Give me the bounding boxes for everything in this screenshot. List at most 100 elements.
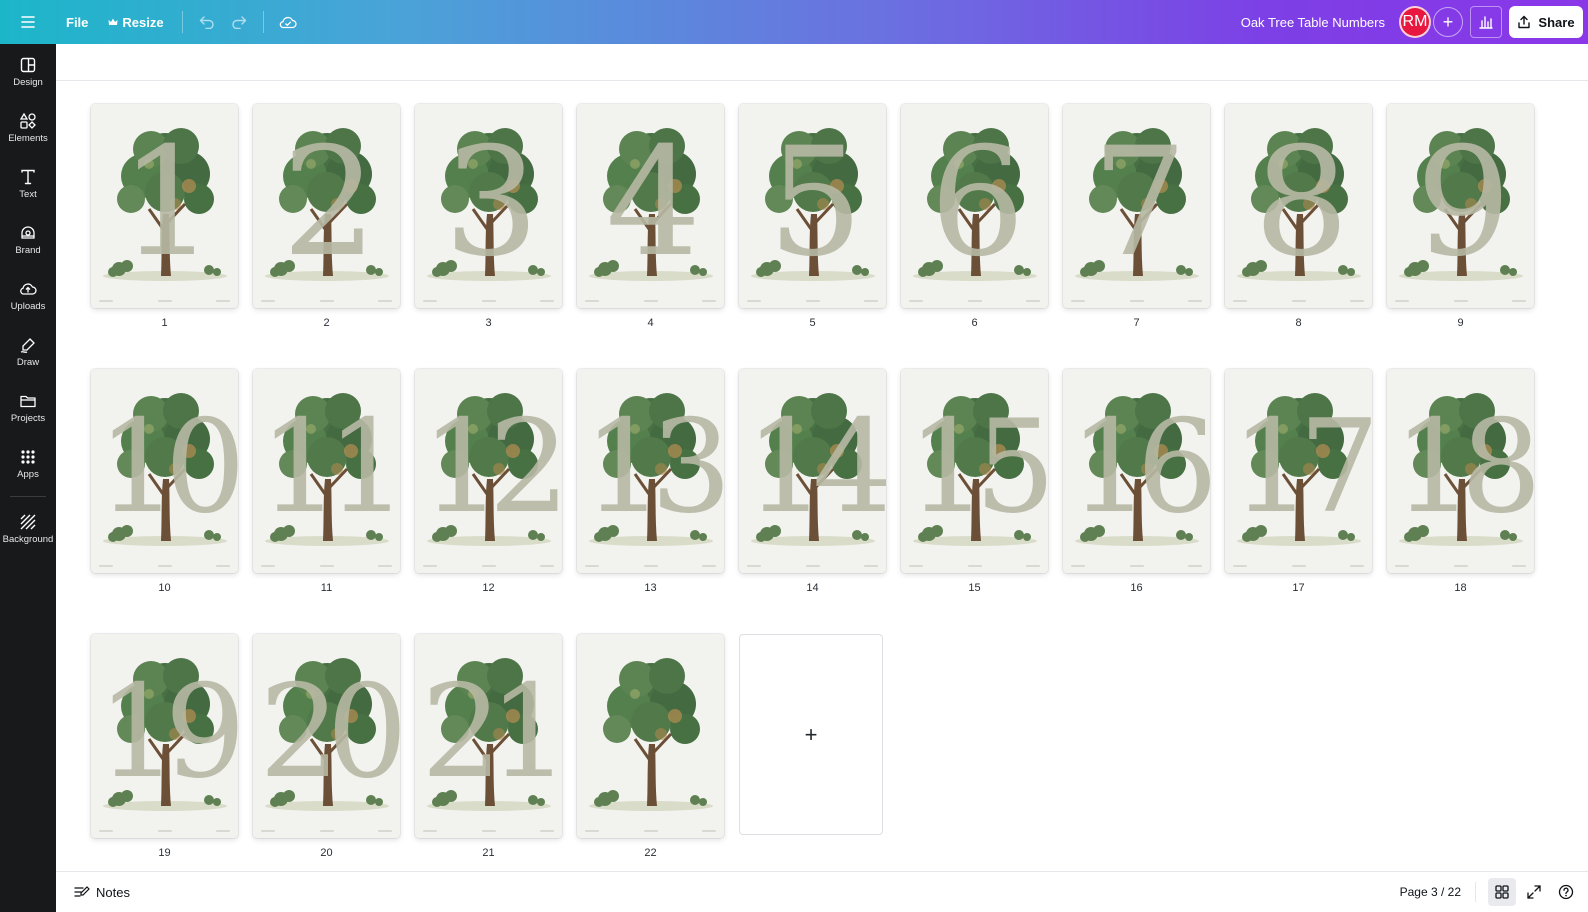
page-footer [261,565,392,567]
page-thumbnail[interactable]: 11 [253,369,400,573]
page-numeral: 6 [929,116,1025,290]
page-numeral: 4 [605,116,701,290]
page-tile[interactable]: 22 [577,634,724,859]
plus-icon: + [1442,11,1454,32]
page-thumbnail[interactable]: 18 [1387,369,1534,573]
file-menu-button[interactable]: File [56,9,98,36]
brand-icon [21,226,35,239]
page-numeral: 20 [259,658,400,807]
page-number-label: 1 [161,317,168,329]
page-thumbnail[interactable]: 16 [1063,369,1210,573]
notes-button[interactable]: Notes [68,881,136,904]
page-tile[interactable]: 16 16 [1063,369,1210,594]
canvas-toolbar-strip [56,44,1588,81]
page-tile[interactable]: 33 [415,104,562,329]
sidebar-item-apps[interactable]: Apps [0,436,56,492]
add-page-button[interactable]: + [739,634,883,835]
page-footer [423,565,554,567]
hamburger-icon [21,16,35,28]
page-thumbnail[interactable]: 13 [577,369,724,573]
page-tile[interactable]: 18 18 [1387,369,1534,594]
sidebar-item-label: Draw [16,357,40,368]
page-thumbnail[interactable]: 15 [901,369,1048,573]
sidebar-item-uploads[interactable]: Uploads [0,268,56,324]
sidebar-item-design[interactable]: Design [0,44,56,100]
share-button[interactable]: Share [1509,6,1583,38]
page-indicator[interactable]: Page 3 / 22 [1400,885,1461,899]
redo-icon [231,16,247,29]
page-thumbnail[interactable]: 10 [91,369,238,573]
document-title[interactable]: Oak Tree Table Numbers [1241,15,1385,30]
undo-icon [199,16,214,29]
page-tile[interactable]: 66 [901,104,1048,329]
page-tile[interactable]: 88 [1225,104,1372,329]
page-thumbnail[interactable]: 7 [1063,104,1210,308]
page-thumbnail[interactable]: 19 [91,634,238,838]
page-thumbnail[interactable] [577,634,724,838]
insights-button[interactable] [1470,6,1502,38]
page-tile[interactable]: 11 11 [253,369,400,594]
page-tile[interactable]: 14 14 [739,369,886,594]
page-footer [909,300,1040,302]
page-footer [909,565,1040,567]
page-tile[interactable]: 11 [91,104,238,329]
main-menu-button[interactable] [0,0,56,44]
page-thumbnail[interactable]: 20 [253,634,400,838]
page-footer [1233,565,1364,567]
page-tile[interactable]: 12 12 [415,369,562,594]
page-thumbnail[interactable]: 9 [1387,104,1534,308]
grid-view-button[interactable] [1488,878,1516,906]
plus-icon: + [804,721,818,747]
page-thumbnail[interactable]: 6 [901,104,1048,308]
page-numeral: 14 [745,393,886,542]
page-tile[interactable]: 22 [253,104,400,329]
page-tile[interactable]: 13 13 [577,369,724,594]
page-numeral: 21 [421,658,562,807]
resize-button[interactable]: Resize [98,9,173,36]
page-tile[interactable]: 19 19 [91,634,238,859]
page-thumbnail[interactable]: 4 [577,104,724,308]
help-button[interactable] [1552,878,1580,906]
user-avatar[interactable]: RM [1399,6,1431,38]
page-numeral: 18 [1393,393,1534,542]
notes-icon [74,886,90,897]
page-tile[interactable]: 10 10 [91,369,238,594]
page-thumbnail[interactable]: 5 [739,104,886,308]
page-tile[interactable]: 15 15 [901,369,1048,594]
sidebar-item-label: Apps [17,469,39,480]
page-thumbnail[interactable]: 8 [1225,104,1372,308]
sidebar-item-elements[interactable]: Elements [0,100,56,156]
sidebar-item-projects[interactable]: Projects [0,380,56,436]
redo-button[interactable] [223,6,255,38]
page-thumbnail[interactable]: 17 [1225,369,1372,573]
page-thumbnail[interactable]: 14 [739,369,886,573]
page-tile[interactable]: 21 21 [415,634,562,859]
add-page-tile[interactable]: + [739,634,886,859]
add-collaborator-button[interactable]: + [1433,7,1463,37]
folder-icon [20,395,36,408]
page-footer [747,300,878,302]
save-status-button[interactable] [272,6,304,38]
page-thumbnail[interactable]: 3 [415,104,562,308]
page-footer [99,300,230,302]
page-tile[interactable]: 44 [577,104,724,329]
sidebar-item-label: Brand [15,245,41,256]
page-tile[interactable]: 99 [1387,104,1534,329]
sidebar-item-label: Uploads [10,301,46,312]
sidebar-item-draw[interactable]: Draw [0,324,56,380]
page-tile[interactable]: 77 [1063,104,1210,329]
draw-pen-icon [20,338,35,353]
page-thumbnail[interactable]: 2 [253,104,400,308]
sidebar-item-text[interactable]: Text [0,156,56,212]
page-footer [261,830,392,832]
page-thumbnail[interactable]: 1 [91,104,238,308]
page-tile[interactable]: 20 20 [253,634,400,859]
page-tile[interactable]: 55 [739,104,886,329]
sidebar-item-brand[interactable]: Brand [0,212,56,268]
page-tile[interactable]: 17 17 [1225,369,1372,594]
page-thumbnail[interactable]: 12 [415,369,562,573]
fullscreen-button[interactable] [1520,878,1548,906]
sidebar-item-background[interactable]: Background [0,501,56,557]
undo-button[interactable] [191,6,223,38]
page-thumbnail[interactable]: 21 [415,634,562,838]
